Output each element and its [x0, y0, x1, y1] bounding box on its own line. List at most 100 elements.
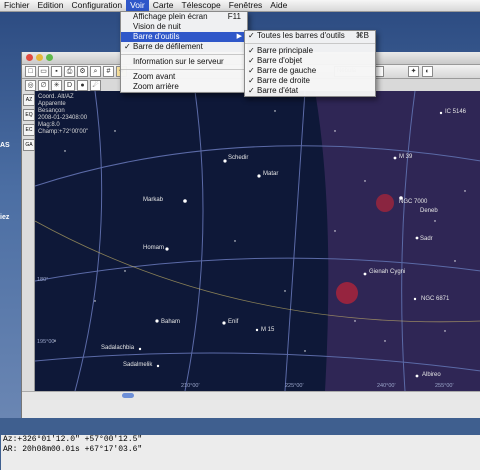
- star-label: NGC 7000: [399, 199, 428, 205]
- left-toolbar: AZ EQ EC GA: [22, 91, 35, 391]
- star-label: Sadalachbia: [101, 345, 135, 351]
- menu-separator: [245, 43, 375, 44]
- zoom-icon[interactable]: [46, 54, 53, 61]
- voir-menu: Affichage plein écran F11 Vision de nuit…: [120, 11, 248, 93]
- submenu-item-main-bar[interactable]: ✓ Barre principale: [245, 46, 375, 56]
- grid-label: 210°00': [181, 383, 200, 389]
- menu-voir[interactable]: Voir: [126, 0, 149, 11]
- menu-item-label: Vision de nuit: [133, 22, 181, 31]
- print-icon[interactable]: ⎙: [64, 66, 75, 77]
- star-label: Schedir: [228, 155, 249, 161]
- menu-telescope[interactable]: Télescope: [178, 0, 225, 11]
- menu-item-label: Affichage plein écran: [133, 12, 208, 21]
- nebula-icon[interactable]: ◎: [25, 79, 36, 91]
- submenu-arrow-icon: ▶: [236, 33, 242, 40]
- check-icon: ✓: [248, 46, 255, 55]
- check-icon: ✓: [248, 66, 255, 75]
- menu-item-night-vision[interactable]: Vision de nuit: [121, 22, 247, 32]
- minimize-icon[interactable]: [36, 54, 43, 61]
- menu-item-label: Barre de défilement: [133, 42, 203, 51]
- ecliptic-icon[interactable]: EC: [23, 124, 35, 136]
- star-label: M 39: [399, 154, 413, 160]
- menu-edition[interactable]: Edition: [34, 0, 68, 11]
- info-line: Apparente: [38, 101, 66, 107]
- new-icon[interactable]: □: [25, 66, 36, 77]
- settings-icon[interactable]: ⚙: [77, 66, 88, 77]
- cluster-icon[interactable]: ✳: [51, 79, 62, 91]
- menu-aide[interactable]: Aide: [266, 0, 291, 11]
- sky-map[interactable]: Coord. Alt/AZ Apparente Besançon 2008-01…: [35, 91, 480, 391]
- altaz-icon[interactable]: AZ: [23, 94, 35, 106]
- info-line: Mag:8.0: [38, 122, 60, 128]
- dss-icon[interactable]: D: [64, 79, 75, 91]
- toolbar-submenu: ✓ Toutes les barres d'outils ⌘B ✓ Barre …: [244, 30, 376, 97]
- menu-item-scrollbar[interactable]: ✓ Barre de défilement: [121, 42, 247, 52]
- planet-icon[interactable]: ●: [77, 79, 88, 91]
- status-line-2: AR: 20h08m00.01s +67°17'03.6": [3, 445, 143, 454]
- comet-icon[interactable]: ☄: [90, 79, 101, 91]
- star-label: IC 5146: [445, 109, 467, 115]
- check-icon: ✓: [248, 76, 255, 85]
- menu-item-label: Barre de droite: [257, 76, 310, 85]
- main-window: □ ▭ ▪ ⎙ ⚙ ⌕ # ★ Nebula ✦ ◐ ◎ ∅ ✳ D ● ☄ A…: [1, 52, 480, 470]
- close-icon[interactable]: [26, 54, 33, 61]
- status-bar: Az:+326°01'12.0" +57°00'12.5" AR: 20h08m…: [1, 435, 480, 470]
- grid-label: 180°: [37, 277, 49, 283]
- menu-item-label: Barre de gauche: [257, 66, 317, 75]
- find-icon[interactable]: ⌕: [90, 66, 101, 77]
- menu-item-label: Information sur le serveur: [133, 57, 224, 66]
- menu-item-label: Toutes les barres d'outils: [257, 31, 345, 40]
- check-icon: ✓: [124, 42, 131, 51]
- star-label: Deneb: [420, 208, 438, 214]
- check-icon: ✓: [248, 31, 255, 40]
- menu-item-server-info[interactable]: Information sur le serveur: [121, 57, 247, 67]
- check-icon: ✓: [248, 86, 255, 95]
- grid-icon[interactable]: #: [103, 66, 114, 77]
- menu-separator: [121, 54, 247, 55]
- menu-item-fullscreen[interactable]: Affichage plein écran F11: [121, 12, 247, 22]
- desktop-label-2: iez: [0, 214, 10, 221]
- menu-shortcut: ⌘B: [355, 31, 369, 40]
- map-info: Coord. Alt/AZ Apparente Besançon 2008-01…: [38, 94, 88, 136]
- galaxy-icon[interactable]: ∅: [38, 79, 49, 91]
- info-line: Besançon: [38, 108, 65, 114]
- menu-item-zoom-in[interactable]: Zoom avant: [121, 72, 247, 82]
- star-label: Albireo: [422, 372, 441, 378]
- grid-label: 240°00': [377, 383, 396, 389]
- telescope-icon[interactable]: ✦: [408, 66, 419, 77]
- chart-icon[interactable]: ◐: [422, 66, 433, 77]
- equatorial-icon[interactable]: EQ: [23, 109, 35, 121]
- star-label: Baham: [161, 319, 181, 325]
- menu-carte[interactable]: Carte: [149, 0, 178, 11]
- galactic-icon[interactable]: GA: [23, 139, 35, 151]
- check-icon: ✓: [248, 56, 255, 65]
- grid-label: 225°00': [285, 383, 304, 389]
- star-label: Markab: [143, 197, 164, 203]
- submenu-item-object-bar[interactable]: ✓ Barre d'objet: [245, 56, 375, 66]
- submenu-item-all-toolbars[interactable]: ✓ Toutes les barres d'outils ⌘B: [245, 31, 375, 41]
- scrollbar-thumb[interactable]: [122, 393, 134, 398]
- submenu-item-left-bar[interactable]: ✓ Barre de gauche: [245, 66, 375, 76]
- submenu-item-right-bar[interactable]: ✓ Barre de droite: [245, 76, 375, 86]
- menu-item-label: Barre principale: [257, 46, 314, 55]
- star-label: Homam: [143, 245, 165, 251]
- menu-configuration[interactable]: Configuration: [68, 0, 127, 11]
- menu-item-label: Barre d'état: [257, 86, 299, 95]
- info-line: Coord. Alt/AZ: [38, 94, 74, 100]
- star-label: Sadalmelik: [123, 362, 153, 368]
- menu-separator: [121, 69, 247, 70]
- menu-shortcut: F11: [227, 12, 241, 21]
- menu-item-toolbar[interactable]: Barre d'outils ▶: [121, 32, 247, 42]
- menu-fichier[interactable]: Fichier: [0, 0, 34, 11]
- horizontal-scrollbar[interactable]: [22, 391, 480, 400]
- save-icon[interactable]: ▪: [51, 66, 62, 77]
- info-line: Champ:+72°00'00": [38, 129, 89, 135]
- submenu-item-status-bar[interactable]: ✓ Barre d'état: [245, 86, 375, 96]
- status-line-1: Az:+326°01'12.0" +57°00'12.5": [3, 435, 143, 444]
- info-line: 2008-01-23408:00: [38, 115, 88, 121]
- star-label: M 15: [261, 327, 275, 333]
- menu-fenetres[interactable]: Fenêtres: [225, 0, 267, 11]
- menu-item-zoom-out[interactable]: Zoom arrière: [121, 82, 247, 92]
- menu-item-label: Zoom arrière: [133, 82, 179, 91]
- open-icon[interactable]: ▭: [38, 66, 49, 77]
